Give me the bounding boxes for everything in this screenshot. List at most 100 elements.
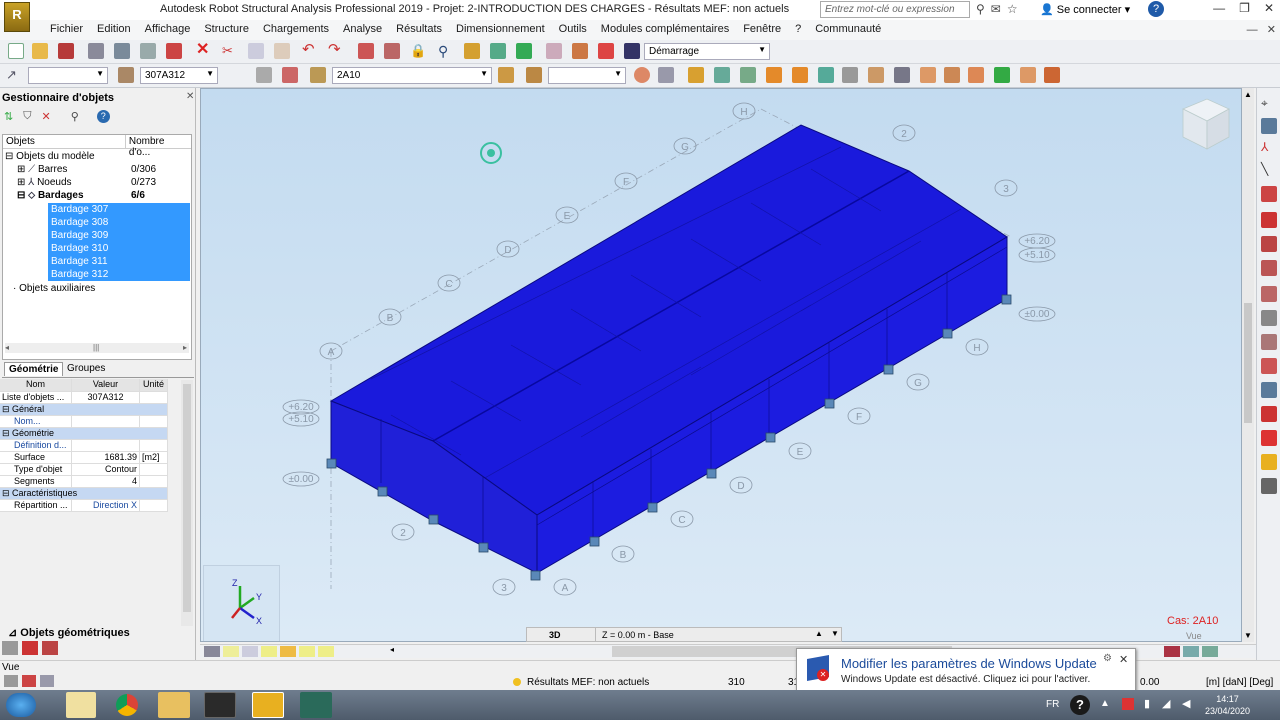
tree-root[interactable]: ⊟ Objets du modèle (5, 151, 95, 164)
screen-capture-icon[interactable] (140, 43, 156, 59)
close-window-icon[interactable]: ✕ (1264, 1, 1274, 15)
supports-display-icon[interactable] (261, 646, 277, 657)
menu-outils[interactable]: Outils (552, 20, 594, 40)
material-icon[interactable] (1261, 236, 1277, 252)
prop-row[interactable]: Définition d... (0, 440, 168, 452)
calc-notes-icon[interactable] (384, 43, 400, 59)
pan-tool-icon[interactable] (1183, 646, 1199, 657)
extrude-icon[interactable] (868, 67, 884, 83)
clear-filter-icon[interactable]: ✕ (41, 110, 50, 123)
tab-objets-geometriques[interactable]: ⊿ Objets géométriques (0, 626, 196, 640)
view-mode[interactable]: 3D (549, 630, 561, 640)
brush-icon[interactable] (688, 67, 704, 83)
node-select[interactable]: ▼ (28, 67, 108, 84)
case-select[interactable]: 2A10 ▼ (332, 67, 492, 84)
edit-icon[interactable] (22, 641, 38, 655)
menu-help[interactable]: ? (788, 20, 808, 40)
release-icon[interactable] (1261, 260, 1277, 276)
help-tray-icon[interactable]: ? (1070, 695, 1090, 715)
bar-icon[interactable]: ╲ (1261, 162, 1277, 178)
restore-icon[interactable]: ❐ (1239, 1, 1250, 15)
scale-icon[interactable] (792, 67, 808, 83)
close-icon[interactable]: ✕ (1119, 653, 1128, 666)
panel-icon[interactable] (282, 67, 298, 83)
taskbar-clock[interactable]: 14:17 23/04/2020 (1205, 693, 1250, 717)
tables-icon[interactable] (358, 43, 374, 59)
tree-item-cladding[interactable]: Bardage 307 (48, 203, 190, 216)
model-viewport[interactable]: A B C D E F G H 2 3 A B C D E F G H 3 2 … (200, 88, 1242, 642)
update-error-tray-icon[interactable] (1122, 698, 1134, 710)
sections-display-icon[interactable] (280, 646, 296, 657)
display-attr-icon[interactable] (204, 646, 220, 657)
scroll-thumb[interactable] (1244, 303, 1252, 423)
grid-table-icon[interactable] (1261, 382, 1277, 398)
rotate-view-icon[interactable] (1202, 646, 1218, 657)
menu-fenetre[interactable]: Fenêtre (736, 20, 788, 40)
taskbar-app-chrome[interactable] (112, 692, 142, 718)
nodes-table-icon[interactable] (1261, 118, 1277, 134)
print-icon[interactable] (88, 43, 104, 59)
save-icon[interactable] (58, 43, 74, 59)
load-type-select[interactable]: ▼ (548, 67, 626, 84)
binoculars-icon[interactable]: ⚲ (976, 2, 985, 16)
prop-row[interactable]: Segments 4 (0, 476, 168, 488)
menu-chargements[interactable]: Chargements (256, 20, 336, 40)
taskbar-app-notes[interactable] (66, 692, 96, 718)
tree-item-aux[interactable]: · Objets auxiliaires (13, 283, 95, 296)
menu-minimize-icon[interactable]: — (1247, 24, 1258, 36)
signal-icon[interactable]: ◢ (1162, 697, 1170, 710)
panel-tool-icon[interactable] (1261, 334, 1277, 350)
star-icon[interactable]: ☆ (1007, 2, 1018, 16)
search-input[interactable]: Entrez mot-clé ou expression (820, 1, 970, 18)
menu-edition[interactable]: Edition (90, 20, 138, 40)
support-icon[interactable]: ⅄ (1261, 140, 1277, 156)
taskbar-app-other[interactable] (300, 692, 332, 718)
measure-icon[interactable] (894, 67, 910, 83)
loads-table-icon[interactable] (1261, 430, 1277, 446)
cut-icon[interactable]: ✂ (222, 43, 238, 59)
volume-icon[interactable]: ◀ (1182, 697, 1190, 710)
prop-row[interactable]: Répartition ... Direction X (0, 500, 168, 512)
bar-section-icon[interactable] (118, 67, 134, 83)
offset-icon[interactable] (994, 67, 1010, 83)
work-plane[interactable]: Z = 0.00 m - Base (595, 628, 811, 641)
open-file-icon[interactable] (32, 43, 48, 59)
list-icon[interactable] (2, 641, 18, 655)
bars-display-icon[interactable] (242, 646, 258, 657)
share-icon[interactable]: ✉ (991, 2, 1001, 16)
menu-analyse[interactable]: Analyse (336, 20, 389, 40)
prop-row[interactable]: Type d'objet Contour (0, 464, 168, 476)
scroll-up-icon[interactable]: ▲ (1244, 90, 1252, 99)
viewport-vscrollbar[interactable]: ▲ ▼ (1242, 88, 1254, 642)
tree-item-cladding[interactable]: Bardage 309 (48, 229, 190, 242)
join-icon[interactable] (1020, 67, 1036, 83)
layout-icon[interactable] (624, 43, 640, 59)
tab-groupes[interactable]: Groupes (62, 362, 109, 375)
model-view-icon[interactable] (546, 43, 562, 59)
intersect-icon[interactable] (920, 67, 936, 83)
calculate-icon[interactable] (572, 43, 588, 59)
minimize-icon[interactable]: — (1213, 1, 1225, 15)
sign-in-button[interactable]: 👤 Se connecter ▾ (1040, 3, 1130, 16)
zoom-icon[interactable]: ⚲ (438, 43, 454, 59)
menu-dimensionnement[interactable]: Dimensionnement (449, 20, 552, 40)
tree-item-noeuds[interactable]: ⊞ ⅄ Noeuds (17, 177, 72, 190)
help-icon[interactable]: ? (96, 110, 110, 123)
tools-icon[interactable] (598, 43, 614, 59)
nodes-display-icon[interactable] (223, 646, 239, 657)
tree-item-cladding[interactable]: Bardage 311 (48, 255, 190, 268)
load-definition-icon[interactable] (498, 67, 514, 83)
prop-group-general[interactable]: ⊟ Général (0, 404, 168, 416)
lock-icon[interactable]: 🔒 (410, 43, 426, 59)
zoom-all-icon[interactable] (490, 43, 506, 59)
paste-icon[interactable] (274, 43, 290, 59)
tab-geometrie[interactable]: Géométrie (4, 362, 64, 376)
load-table-icon[interactable] (526, 67, 542, 83)
trash-icon[interactable] (42, 641, 58, 655)
copy-icon[interactable] (248, 43, 264, 59)
select-icon[interactable] (516, 43, 532, 59)
prop-group-geometrie[interactable]: ⊟ Géométrie (0, 428, 168, 440)
divide-icon[interactable] (842, 67, 858, 83)
delete-icon[interactable]: ✕ (196, 42, 212, 59)
node-tool-icon[interactable]: ⌖ (1261, 96, 1277, 112)
